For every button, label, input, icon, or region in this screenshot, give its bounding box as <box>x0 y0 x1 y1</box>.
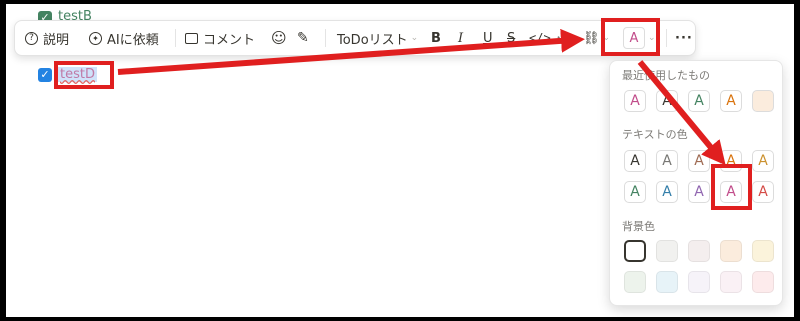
annotation-highlight-selection <box>54 61 114 89</box>
annotation-highlight-color-button <box>601 18 660 56</box>
annotation-arrow <box>117 28 585 75</box>
editor-frame: ✓ testB ✓ testD ? 説明 ✦ AIに依頼 コメント ☺ ✎ To… <box>6 4 794 317</box>
annotation-highlight-pink-swatch <box>711 164 752 210</box>
annotation-arrows <box>117 28 726 166</box>
annotation-arrow <box>637 60 726 166</box>
